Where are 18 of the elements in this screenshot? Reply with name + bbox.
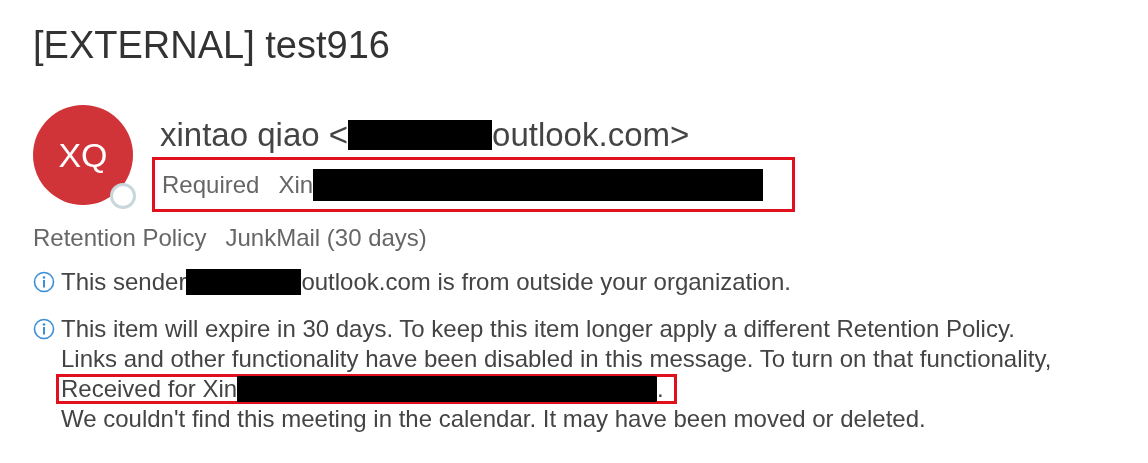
avatar: XQ <box>33 105 133 205</box>
sender-name: xintao qiao < <box>160 115 349 156</box>
recipient-label: Required <box>162 169 260 200</box>
message-subject: [EXTERNAL] test916 <box>33 23 391 68</box>
notice-text: outlook.com is from outside your organization. <box>301 268 791 296</box>
retention-value: JunkMail (30 days) <box>225 224 427 252</box>
notice-text: Links and other functionality have been disabled in this message. To turn on that functionality, <box>61 345 1052 373</box>
notice-text: We couldn't find this meeting in the calendar. It may have been moved or deleted. <box>61 405 926 433</box>
notice-text: Received for Xin <box>61 375 238 403</box>
retention-label: Retention Policy <box>33 224 207 252</box>
presence-icon <box>110 183 136 209</box>
notice-text: This item will expire in 30 days. To keep this item longer apply a different Retention Policy. <box>61 315 1015 343</box>
recipient-name: Xin <box>278 169 314 200</box>
notice-text: . <box>657 375 664 403</box>
info-icon <box>33 271 55 293</box>
notice-text: This sender <box>61 268 187 296</box>
info-icon <box>33 318 55 340</box>
sender-address: outlook.com> <box>492 115 690 156</box>
